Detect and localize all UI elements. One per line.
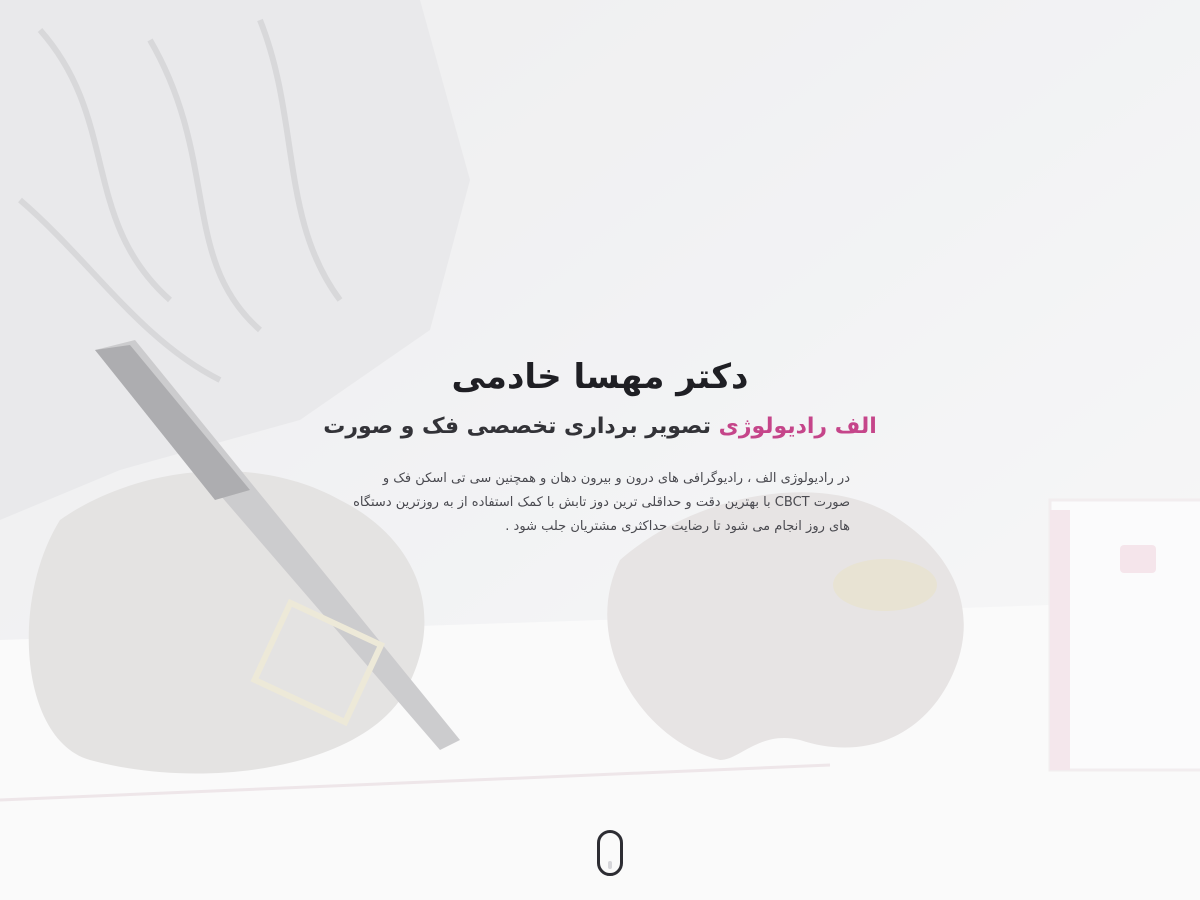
mouse-scroll-icon[interactable] xyxy=(597,830,623,876)
hero-subtitle: الف رادیولوژی تصویر برداری تخصصی فک و صو… xyxy=(0,409,1200,445)
scroll-wheel-dot xyxy=(608,861,612,869)
hero-description: در رادیولوژی الف ، رادیوگرافی های درون و… xyxy=(353,471,850,534)
page-title: دکتر مهسا خادمی xyxy=(451,357,749,397)
hero-content: دکتر مهسا خادمی الف رادیولوژی تصویر بردا… xyxy=(0,355,1200,539)
subtitle-text: تصویر برداری تخصصی فک و صورت xyxy=(323,414,711,439)
brand-name: الف رادیولوژی xyxy=(718,414,877,439)
